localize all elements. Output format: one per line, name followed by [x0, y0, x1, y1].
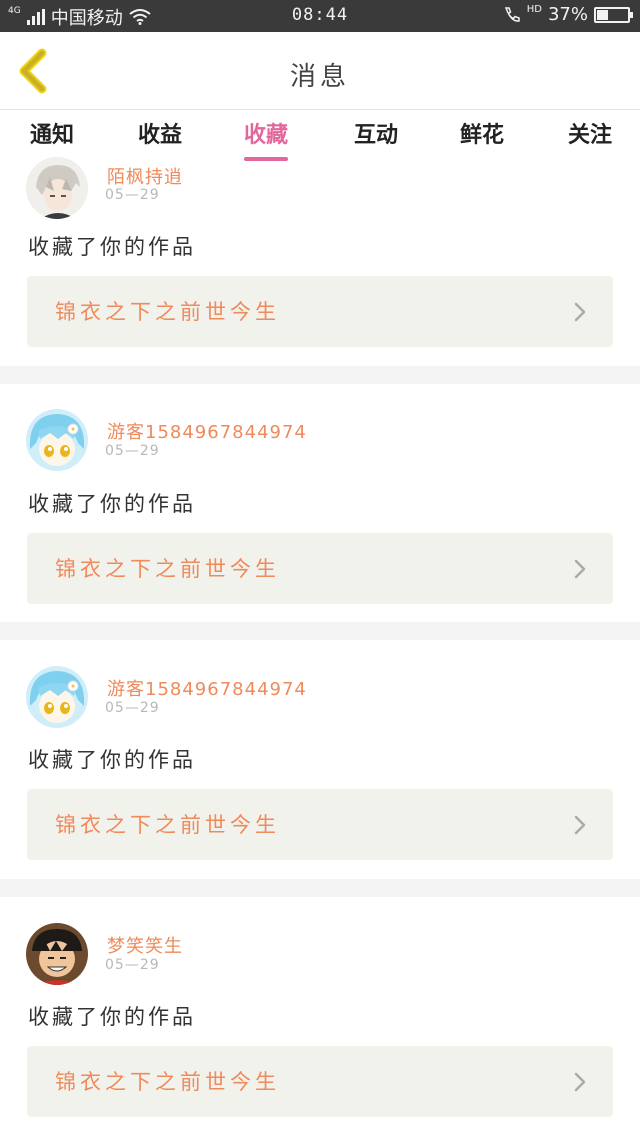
- message-item: 游客1584967844974 05—29 收藏了你的作品 锦衣之下之前世今生: [0, 640, 640, 879]
- tab-label: 通知: [29, 122, 74, 148]
- active-tab-indicator: [244, 157, 288, 161]
- status-right: HD 37%: [503, 4, 633, 25]
- work-title: 锦衣之下之前世今生: [55, 300, 280, 324]
- page-title: 消息: [289, 62, 350, 92]
- action-text: 收藏了你的作品: [28, 1005, 196, 1029]
- message-date: 05—29: [105, 957, 160, 973]
- tab-label: 收藏: [243, 122, 288, 148]
- status-bar: 4G 中国移动 08:44 HD 37%: [0, 0, 640, 32]
- message-item: 陌枫持逍 05—29 收藏了你的作品 锦衣之下之前世今生: [0, 157, 640, 366]
- tab-label: 关注: [567, 122, 612, 148]
- chevron-right-icon: [574, 302, 586, 322]
- tab-label: 互动: [353, 122, 398, 148]
- battery-percent: 37%: [547, 4, 588, 25]
- battery-icon: [594, 6, 633, 23]
- chevron-right-icon: [574, 815, 586, 835]
- work-link[interactable]: 锦衣之下之前世今生: [27, 276, 613, 347]
- tab-bar: 通知 收益 收藏 互动 鲜花 关注: [0, 111, 640, 163]
- work-title: 锦衣之下之前世今生: [55, 813, 280, 837]
- work-link[interactable]: 锦衣之下之前世今生: [27, 789, 613, 860]
- work-title: 锦衣之下之前世今生: [55, 557, 280, 581]
- username[interactable]: 陌枫持逍: [107, 163, 183, 189]
- username[interactable]: 游客1584967844974: [107, 418, 307, 444]
- message-date: 05—29: [105, 700, 160, 716]
- tab-favorites[interactable]: 收藏: [236, 117, 296, 161]
- work-link[interactable]: 锦衣之下之前世今生: [27, 1046, 613, 1117]
- tab-earnings[interactable]: 收益: [130, 117, 190, 161]
- tab-label: 鲜花: [459, 122, 504, 148]
- action-text: 收藏了你的作品: [28, 492, 196, 516]
- battery-level: [597, 9, 608, 20]
- action-text: 收藏了你的作品: [28, 235, 196, 259]
- chevron-right-icon: [574, 1072, 586, 1092]
- work-link[interactable]: 锦衣之下之前世今生: [27, 533, 613, 604]
- chevron-right-icon: [574, 559, 586, 579]
- message-date: 05—29: [105, 443, 160, 459]
- tab-notifications[interactable]: 通知: [22, 117, 82, 161]
- username[interactable]: 梦笑笑生: [107, 932, 183, 958]
- message-item: 梦笑笑生 05—29 收藏了你的作品 锦衣之下之前世今生: [0, 897, 640, 1138]
- tab-flowers[interactable]: 鲜花: [452, 117, 512, 161]
- anime-girl-avatar-icon[interactable]: [26, 409, 88, 471]
- message-date: 05—29: [105, 187, 160, 203]
- action-text: 收藏了你的作品: [28, 748, 196, 772]
- header-bar: 消息: [0, 32, 640, 110]
- separator: [0, 879, 640, 897]
- anime-girl-avatar-icon[interactable]: [26, 666, 88, 728]
- separator: [0, 366, 640, 384]
- straw-hat-avatar-icon[interactable]: [26, 923, 88, 985]
- separator: [0, 622, 640, 640]
- tab-follows[interactable]: 关注: [560, 117, 620, 161]
- call-icon: [504, 6, 520, 22]
- tab-interactions[interactable]: 互动: [346, 117, 406, 161]
- tab-label: 收益: [137, 122, 182, 148]
- hd-label: HD: [526, 4, 542, 15]
- message-item: 游客1584967844974 05—29 收藏了你的作品 锦衣之下之前世今生: [0, 384, 640, 622]
- work-title: 锦衣之下之前世今生: [55, 1070, 280, 1094]
- anime-boy-avatar-icon[interactable]: [26, 157, 88, 219]
- username[interactable]: 游客1584967844974: [107, 675, 307, 701]
